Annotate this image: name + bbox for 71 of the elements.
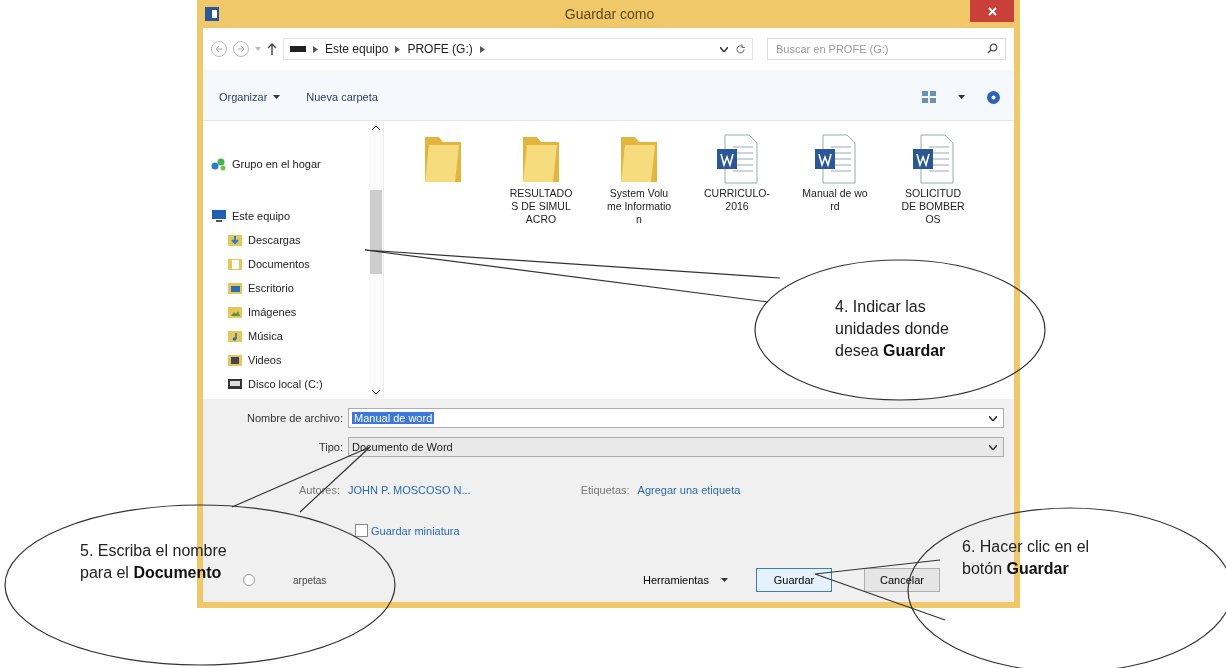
scroll-down-icon — [372, 390, 380, 395]
drive-icon — [227, 377, 243, 391]
close-button[interactable] — [970, 0, 1014, 22]
sidebar-item[interactable]: Documentos — [211, 252, 369, 276]
word-document-icon — [911, 133, 955, 185]
file-name[interactable]: SOLICITUD DE BOMBEROS — [900, 187, 966, 226]
breadcrumb-item[interactable]: PROFE (G:) — [407, 42, 473, 56]
sidebar-item[interactable]: Imágenes — [211, 300, 369, 324]
organize-menu[interactable]: Organizar — [217, 89, 283, 105]
checkbox[interactable] — [355, 524, 368, 537]
file-name[interactable]: RESULTADOS DE SIMULACRO — [508, 187, 574, 226]
caret-icon[interactable] — [958, 95, 965, 99]
chevron-icon — [479, 45, 485, 53]
forward-button[interactable] — [233, 41, 249, 57]
back-button[interactable] — [211, 41, 227, 57]
up-arrow-icon — [267, 43, 277, 55]
caret-icon — [273, 95, 281, 99]
search-icon — [987, 43, 998, 54]
sidebar-item[interactable]: Videos — [211, 348, 369, 372]
checkbox-label: Guardar miniatura — [371, 524, 460, 537]
file-name[interactable]: CURRICULO-2016 — [704, 187, 770, 213]
filename-field[interactable]: Manual de word — [348, 408, 1004, 428]
caret-icon — [721, 578, 728, 582]
search-field[interactable]: Buscar en PROFE (G:) — [767, 38, 1006, 60]
scrollbar[interactable] — [369, 121, 383, 399]
chevron-icon — [313, 45, 318, 53]
hide-folders-label[interactable]: arpetas — [293, 574, 327, 586]
close-icon — [987, 6, 997, 16]
add-tag-link[interactable]: Agregar una etiqueta — [637, 484, 741, 496]
chevron-icon — [395, 45, 401, 53]
sidebar-item[interactable]: Disco local (C:) — [211, 372, 369, 396]
address-bar[interactable]: Este equipo PROFE (G:) — [283, 38, 753, 60]
sidebar-item[interactable]: Música — [211, 324, 369, 348]
word-document-icon — [715, 133, 759, 185]
folder-film-icon — [227, 353, 243, 367]
view-grid-icon[interactable] — [922, 91, 936, 103]
new-folder-button[interactable]: Nueva carpeta — [304, 89, 380, 105]
app-icon — [205, 7, 219, 21]
callout-text: 4. Indicar las unidades donde desea Guardar — [835, 297, 949, 361]
folder-document-icon — [227, 257, 243, 271]
sidebar-item[interactable]: Grupo en el hogar — [211, 152, 369, 176]
save-button[interactable]: Guardar — [756, 568, 832, 592]
computer-icon — [211, 209, 227, 223]
field-label: Tipo: — [317, 441, 344, 453]
file-type-dropdown[interactable]: Documento de Word — [348, 437, 1004, 457]
homegroup-icon — [211, 157, 227, 171]
scroll-up-icon — [372, 125, 380, 130]
sidebar-item[interactable]: Escritorio — [211, 276, 369, 300]
file-name[interactable]: System Volume Information — [606, 187, 672, 226]
folder-note-icon — [227, 329, 243, 343]
help-icon[interactable] — [987, 90, 1000, 104]
breadcrumb-item[interactable]: Este equipo — [325, 42, 389, 56]
hide-folders-toggle[interactable] — [243, 574, 255, 586]
sidebar-item[interactable]: Descargas — [211, 228, 369, 252]
authors-link[interactable]: JOHN P. MOSCOSO N... — [348, 484, 471, 496]
field-label: Nombre de archivo: — [246, 412, 344, 424]
caret-icon — [255, 47, 261, 51]
forward-arrow-icon — [237, 45, 245, 53]
file-name[interactable]: Manual de word — [802, 187, 868, 213]
tools-menu[interactable]: Herramientas — [636, 573, 734, 587]
drive-icon — [290, 46, 306, 52]
back-arrow-icon — [215, 45, 223, 53]
word-document-icon — [813, 133, 857, 185]
folder-screen-icon — [227, 281, 243, 295]
field-label: Etiquetas: — [580, 484, 630, 496]
filename-value: Manual de word — [352, 412, 435, 424]
folder-picture-icon — [227, 305, 243, 319]
cancel-button[interactable]: Cancelar — [864, 568, 940, 592]
window-title: Guardar como — [563, 6, 656, 22]
refresh-icon — [735, 43, 746, 55]
sidebar-item[interactable]: Este equipo — [211, 204, 369, 228]
